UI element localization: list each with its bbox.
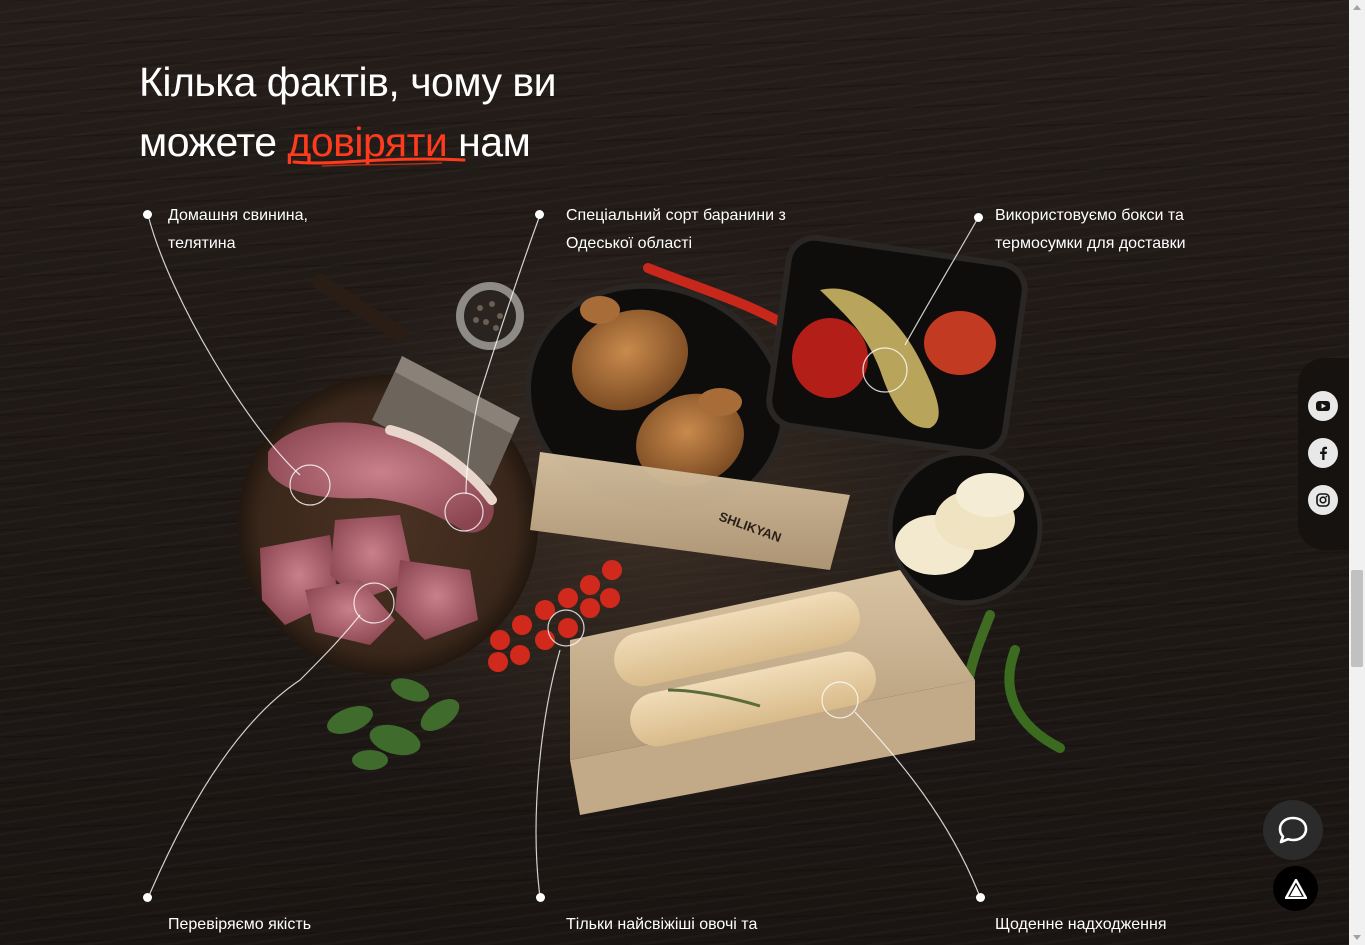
fact-delivery-boxes: Використовуємо бокси та термосумки для д… (995, 202, 1186, 258)
fact-special-lamb: Спеціальний сорт баранини з Одеської обл… (566, 202, 786, 258)
facebook-link[interactable] (1308, 438, 1338, 468)
instagram-link[interactable] (1308, 485, 1338, 515)
scroll-down-arrow[interactable] (1353, 935, 1361, 940)
fact-dot (974, 213, 983, 222)
fact-text-line: Використовуємо бокси та (995, 207, 1184, 224)
fact-homemade-pork: Домашня свинина, телятина (168, 202, 308, 258)
youtube-link[interactable] (1308, 391, 1338, 421)
fact-dot (143, 893, 152, 902)
fact-text-line: Одеської області (566, 235, 693, 252)
facebook-icon (1320, 446, 1327, 460)
fact-quality-check: Перевіряємо якість (168, 911, 311, 939)
instagram-icon (1316, 493, 1330, 507)
scroll-up-arrow[interactable] (1353, 5, 1361, 10)
fact-text-line: Спеціальний сорт баранини з (566, 207, 786, 224)
fact-dot (976, 893, 985, 902)
scroll-to-top-button[interactable] (1273, 866, 1318, 911)
arrow-up-icon (1284, 878, 1307, 899)
chat-button[interactable] (1263, 800, 1323, 860)
fact-connectors (147, 214, 981, 899)
scrollbar-thumb[interactable] (1351, 570, 1363, 667)
page-scrollbar[interactable] (1349, 0, 1365, 945)
youtube-icon (1316, 401, 1330, 411)
fact-text-line: термосумки для доставки (995, 235, 1186, 252)
chat-bubble-icon (1278, 816, 1308, 844)
fact-text-line: Перевіряємо якість (168, 916, 312, 933)
social-links-panel (1298, 358, 1349, 550)
fact-daily-supply: Щоденне надходження (995, 911, 1167, 939)
fact-fresh-vegetables: Тільки найсвіжіші овочі та (566, 911, 757, 939)
fact-dot (535, 210, 544, 219)
fact-dot (536, 893, 545, 902)
fact-text-line: Щоденне надходження (995, 916, 1167, 933)
fact-dot (143, 210, 152, 219)
fact-text-line: Тільки найсвіжіші овочі та (566, 916, 758, 933)
fact-text-line: Домашня свинина, (168, 207, 308, 224)
fact-text-line: телятина (168, 235, 236, 252)
